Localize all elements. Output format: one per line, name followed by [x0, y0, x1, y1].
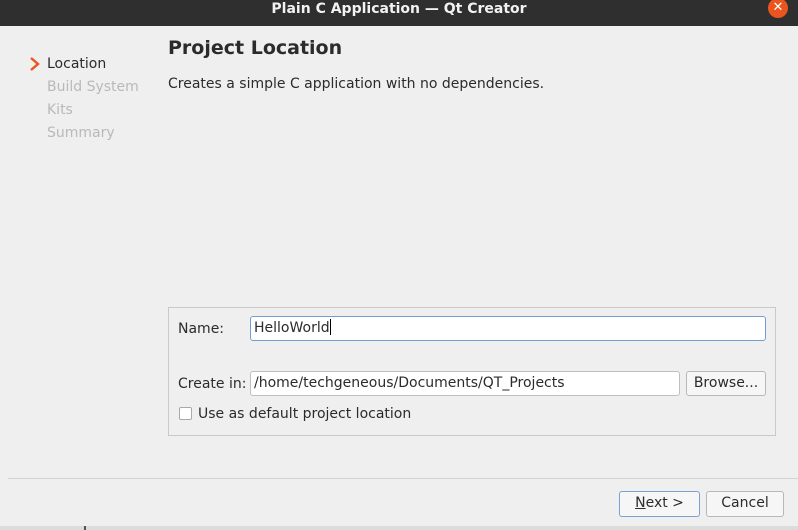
create-in-field[interactable]: /home/techgeneous/Documents/QT_Projects: [250, 371, 680, 396]
close-icon: ✕: [772, 0, 784, 15]
next-label: ext >: [645, 495, 684, 511]
next-button[interactable]: Next >: [619, 491, 700, 517]
edge-notch: [84, 526, 86, 530]
name-value: HelloWorld: [254, 320, 330, 336]
step-kits: Kits: [47, 102, 73, 118]
create-in-label: Create in:: [178, 376, 247, 392]
step-location: Location: [47, 56, 107, 72]
create-in-value: /home/techgeneous/Documents/QT_Projects: [254, 375, 565, 391]
name-field[interactable]: HelloWorld: [250, 316, 766, 341]
cancel-button[interactable]: Cancel: [706, 491, 784, 517]
chevron-right-icon: [30, 57, 40, 71]
name-label: Name:: [178, 321, 225, 337]
text-cursor: [329, 319, 331, 335]
bottom-edge: [0, 526, 798, 530]
default-location-checkbox[interactable]: [179, 407, 192, 420]
location-form: Name: HelloWorld Create in: /home/techge…: [168, 307, 776, 436]
browse-button[interactable]: Browse...: [686, 371, 766, 396]
step-summary: Summary: [47, 125, 115, 141]
default-location-label[interactable]: Use as default project location: [198, 406, 411, 422]
next-mnemonic: N: [635, 495, 646, 511]
window-title: Plain C Application — Qt Creator: [271, 1, 527, 17]
title-bar[interactable]: Plain C Application — Qt Creator ✕: [0, 0, 798, 26]
page-description: Creates a simple C application with no d…: [168, 76, 545, 92]
footer-separator: [8, 478, 798, 479]
page-title: Project Location: [168, 37, 343, 59]
wizard-window: Plain C Application — Qt Creator ✕ Locat…: [0, 0, 798, 530]
step-build-system: Build System: [47, 79, 139, 95]
